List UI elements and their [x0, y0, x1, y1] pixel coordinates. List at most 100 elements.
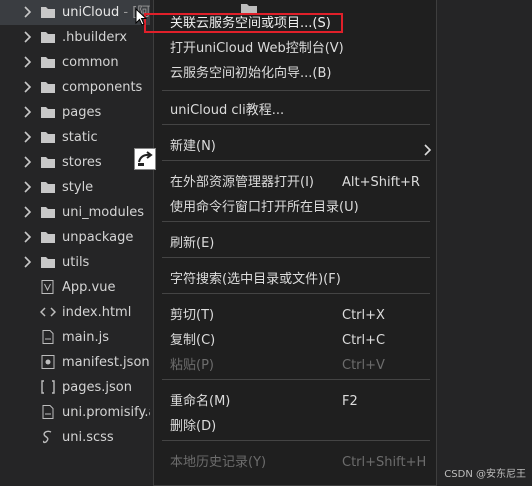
menu-item-shortcut: Ctrl+V: [342, 358, 385, 373]
menu-item[interactable]: 在外部资源管理器打开(I) Alt+Shift+R: [154, 171, 436, 195]
menu-item-label: 云服务空间初始化向导...(B): [170, 66, 332, 81]
project-explorer: uniCloud - [阿里云:cofn] .hbuilderx common com…: [0, 0, 150, 486]
menu-item[interactable]: 刷新(E): [154, 232, 436, 256]
chevron-right-icon[interactable]: [22, 29, 34, 45]
menu-item[interactable]: uniCloud cli教程...: [154, 99, 436, 123]
tree-item[interactable]: uni_modules: [0, 200, 150, 225]
chevron-right-icon[interactable]: [22, 4, 34, 20]
chevron-right-icon[interactable]: [22, 229, 34, 245]
menu-item[interactable]: 使用命令行窗口打开所在目录(U): [154, 196, 436, 220]
folder-icon: [40, 205, 56, 219]
tree-item[interactable]: index.html: [0, 300, 150, 325]
tree-item-label: App.vue: [62, 280, 116, 295]
folder-icon: [40, 255, 56, 269]
tree-item[interactable]: stores: [0, 150, 150, 175]
menu-item-label: 删除(D): [170, 419, 217, 434]
menu-separator: [162, 90, 430, 91]
folder-icon: [40, 180, 56, 194]
tree-item-label: pages: [62, 105, 102, 120]
tree-item-label: manifest.json: [62, 355, 150, 370]
tree-item-label: unpackage: [62, 230, 134, 245]
tree-item[interactable]: utils: [0, 250, 150, 275]
chevron-right-icon[interactable]: [22, 129, 34, 145]
menu-item: 本地历史记录(Y) Ctrl+Shift+H: [154, 451, 436, 475]
folder-icon: [40, 155, 56, 169]
tree-item-label: main.js: [62, 330, 109, 345]
tree-item-label: pages.json: [62, 380, 132, 395]
chevron-right-icon[interactable]: [22, 79, 34, 95]
folder-icon: [40, 105, 56, 119]
menu-item-shortcut: F2: [342, 394, 358, 409]
vue-file-icon: [40, 280, 56, 294]
chevron-right-icon[interactable]: [22, 179, 34, 195]
menu-item[interactable]: 新建(N): [154, 135, 436, 159]
menu-item[interactable]: 剪切(T) Ctrl+X: [154, 304, 436, 328]
json-file-icon: [40, 380, 56, 394]
tree-item[interactable]: uni.promisify.adaptor.js: [0, 400, 150, 425]
manifest-file-icon: [40, 355, 56, 369]
menu-item[interactable]: 打开uniCloud Web控制台(V): [154, 37, 436, 61]
menu-item-shortcut: Ctrl+Shift+H: [342, 455, 427, 470]
menu-item-label: 剪切(T): [170, 308, 215, 323]
tree-item[interactable]: components: [0, 75, 150, 100]
menu-item[interactable]: 重命名(M) F2: [154, 390, 436, 414]
menu-item: 粘贴(P) Ctrl+V: [154, 354, 436, 378]
tree-item[interactable]: static: [0, 125, 150, 150]
tree-item[interactable]: common: [0, 50, 150, 75]
menu-item-label: 复制(C): [170, 333, 216, 348]
context-menu: 关联云服务空间或项目...(S) 打开uniCloud Web控制台(V) 云服务空…: [153, 0, 437, 486]
chevron-right-icon[interactable]: [22, 254, 34, 270]
folder-icon: [40, 230, 56, 244]
menu-item-shortcut: Alt+Shift+R: [342, 175, 420, 190]
menu-item-label: 在外部资源管理器打开(I): [170, 175, 314, 190]
menu-separator: [162, 221, 430, 222]
tree-item[interactable]: .hbuilderx: [0, 25, 150, 50]
menu-item-label: 粘贴(P): [170, 358, 214, 373]
chevron-right-icon[interactable]: [22, 54, 34, 70]
highlight-annotation-box: [144, 13, 343, 33]
drag-link-icon: [134, 148, 156, 170]
menu-item-label: 字符搜索(选中目录或文件)(F): [170, 272, 341, 287]
chevron-right-icon[interactable]: [22, 104, 34, 120]
html-file-icon: [39, 305, 57, 319]
menu-item-label: uniCloud cli教程...: [170, 103, 285, 118]
menu-item[interactable]: 云服务空间初始化向导...(B): [154, 62, 436, 86]
tree-item-label: components: [62, 80, 143, 95]
menu-separator: [162, 293, 430, 294]
tree-item-label: stores: [62, 155, 102, 170]
folder-icon: [40, 5, 56, 19]
menu-separator: [162, 379, 430, 380]
tree-item-label: uni_modules: [62, 205, 145, 220]
tree-item[interactable]: main.js: [0, 325, 150, 350]
folder-icon: [40, 80, 56, 94]
menu-separator: [162, 440, 430, 441]
tree-item[interactable]: uni.scss: [0, 425, 150, 450]
menu-item-shortcut: Ctrl+C: [342, 333, 386, 348]
tree-item-label: static: [62, 130, 98, 145]
tree-item[interactable]: pages: [0, 100, 150, 125]
folder-icon: [40, 55, 56, 69]
tree-item[interactable]: manifest.json: [0, 350, 150, 375]
menu-separator: [162, 160, 430, 161]
menu-item[interactable]: 复制(C) Ctrl+C: [154, 329, 436, 353]
menu-item-label: 刷新(E): [170, 236, 215, 251]
menu-item-label: 使用命令行窗口打开所在目录(U): [170, 200, 359, 215]
menu-item[interactable]: 删除(D): [154, 415, 436, 439]
tree-root-unicloud[interactable]: uniCloud - [阿里云:cofn]: [0, 0, 150, 25]
menu-separator: [162, 124, 430, 125]
tree-item[interactable]: App.vue: [0, 275, 150, 300]
js-file-icon: [40, 405, 56, 419]
chevron-right-icon[interactable]: [22, 154, 34, 170]
menu-item-label: 打开uniCloud Web控制台(V): [170, 41, 344, 56]
tree-item[interactable]: pages.json: [0, 375, 150, 400]
tree-item-label: index.html: [62, 305, 132, 320]
tree-item[interactable]: style: [0, 175, 150, 200]
tree-item[interactable]: unpackage: [0, 225, 150, 250]
scss-file-icon: [40, 430, 56, 444]
tree-item-label: style: [62, 180, 94, 195]
menu-item-label: 重命名(M): [170, 394, 231, 409]
js-file-icon: [40, 330, 56, 344]
menu-item[interactable]: 字符搜索(选中目录或文件)(F): [154, 268, 436, 292]
chevron-right-icon[interactable]: [22, 204, 34, 220]
tree-item-label: utils: [62, 255, 90, 270]
